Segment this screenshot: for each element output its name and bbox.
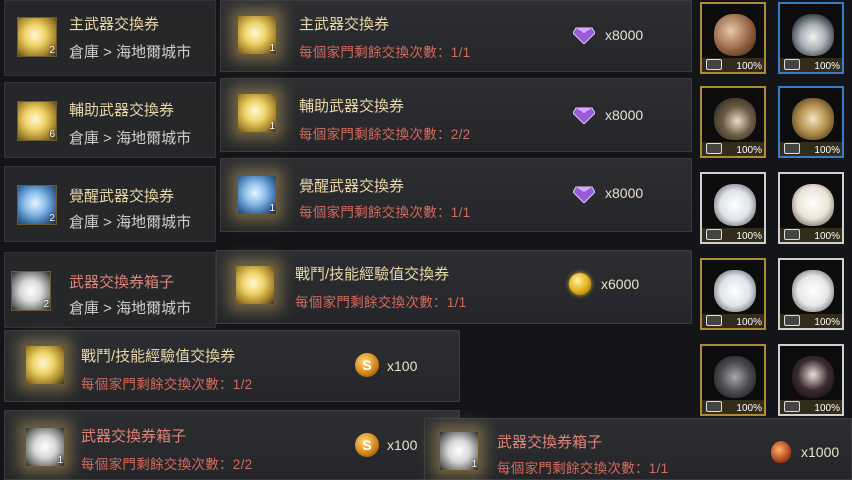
pet-percent: 100% bbox=[736, 61, 762, 72]
exchange-title: 武器交換券箱子 bbox=[81, 428, 187, 445]
tag-icon bbox=[784, 143, 800, 154]
weapon-ticket-icon: 1 bbox=[237, 15, 277, 55]
pet-slot[interactable]: 100% bbox=[700, 2, 766, 74]
tag-icon bbox=[784, 401, 800, 412]
pet-slot[interactable]: 100% bbox=[778, 86, 844, 158]
pet-percent: 100% bbox=[814, 231, 840, 242]
polar-bear-pet-icon bbox=[714, 184, 756, 226]
pet-percent: 100% bbox=[736, 403, 762, 414]
inventory-item[interactable]: 6 輔助武器交換券 倉庫 > 海地爾城市 bbox=[4, 82, 216, 158]
pet-slot[interactable]: 100% bbox=[778, 344, 844, 416]
pet-slot[interactable]: 100% bbox=[700, 258, 766, 330]
exchange-price: x8000 bbox=[605, 27, 644, 43]
tag-icon bbox=[706, 59, 722, 70]
penguin-pet-icon bbox=[792, 14, 834, 56]
exchange-limit: 每個家門剩餘交換次數：1/1 bbox=[299, 45, 471, 60]
purple-gem-icon bbox=[573, 27, 595, 44]
awakening-ticket-icon: 2 bbox=[17, 185, 57, 225]
exchange-price: x1000 bbox=[801, 444, 840, 460]
pet-slot[interactable]: 100% bbox=[700, 86, 766, 158]
dog-pet-icon bbox=[792, 356, 834, 398]
inventory-item[interactable]: 2 主武器交換券 倉庫 > 海地爾城市 bbox=[4, 0, 216, 76]
tag-icon bbox=[784, 59, 800, 70]
inventory-item-location: 倉庫 > 海地爾城市 bbox=[69, 44, 192, 61]
pet-percent: 100% bbox=[814, 145, 840, 156]
polar-bear-pet-icon bbox=[714, 270, 756, 312]
inventory-item[interactable]: 2 覺醒武器交換券 倉庫 > 海地爾城市 bbox=[4, 166, 216, 242]
exchange-title: 覺醒武器交換券 bbox=[299, 178, 405, 195]
inventory-item-title: 主武器交換券 bbox=[69, 16, 160, 33]
purple-gem-icon bbox=[573, 107, 595, 124]
s-coin-icon: S bbox=[355, 433, 379, 457]
exchange-limit: 每個家門剩餘交換次數：1/2 bbox=[81, 377, 253, 392]
tag-icon bbox=[706, 401, 722, 412]
exchange-price: x6000 bbox=[601, 276, 640, 292]
exchange-row[interactable]: 1 主武器交換券 每個家門剩餘交換次數：1/1 x8000 bbox=[220, 0, 692, 72]
inventory-item-location: 倉庫 > 海地爾城市 bbox=[69, 300, 192, 317]
exchange-limit: 每個家門剩餘交換次數：1/1 bbox=[299, 205, 471, 220]
chest-icon: 1 bbox=[439, 431, 479, 471]
inventory-item-title: 輔助武器交換券 bbox=[69, 102, 175, 119]
exchange-title: 戰鬥/技能經驗值交換券 bbox=[81, 348, 236, 365]
inventory-item-title: 覺醒武器交換券 bbox=[69, 188, 175, 205]
exchange-price: x100 bbox=[387, 358, 418, 374]
exp-ticket-icon bbox=[235, 265, 275, 305]
exchange-title: 主武器交換券 bbox=[299, 16, 390, 33]
exchange-limit: 每個家門剩餘交換次數：2/2 bbox=[81, 457, 253, 472]
weapon-ticket-icon: 2 bbox=[17, 17, 57, 57]
exchange-price: x8000 bbox=[605, 185, 644, 201]
pet-percent: 100% bbox=[736, 317, 762, 328]
exchange-price: x8000 bbox=[605, 107, 644, 123]
inventory-item-location: 倉庫 > 海地爾城市 bbox=[69, 214, 192, 231]
exchange-title: 武器交換券箱子 bbox=[497, 434, 603, 451]
inventory-item-title: 武器交換券箱子 bbox=[69, 274, 175, 291]
exchange-price: x100 bbox=[387, 437, 418, 453]
tag-icon bbox=[706, 143, 722, 154]
s-coin-icon: S bbox=[355, 353, 379, 377]
inventory-item[interactable]: 2 武器交換券箱子 倉庫 > 海地爾城市 bbox=[4, 252, 216, 328]
exchange-title: 輔助武器交換券 bbox=[299, 98, 405, 115]
pet-slot[interactable]: 100% bbox=[700, 172, 766, 244]
exp-ticket-icon bbox=[25, 345, 65, 385]
tag-icon bbox=[784, 229, 800, 240]
weapon-ticket-icon: 1 bbox=[237, 93, 277, 133]
weapon-ticket-icon: 6 bbox=[17, 101, 57, 141]
exchange-row[interactable]: 1 武器交換券箱子 每個家門剩餘交換次數：1/1 x1000 bbox=[424, 418, 852, 480]
pet-percent: 100% bbox=[736, 231, 762, 242]
tag-icon bbox=[784, 315, 800, 326]
pet-slot[interactable]: 100% bbox=[778, 172, 844, 244]
exchange-row[interactable]: 1 輔助武器交換券 每個家門剩餘交換次數：2/2 x8000 bbox=[220, 78, 692, 152]
chick-pet-icon bbox=[792, 98, 834, 140]
pet-percent: 100% bbox=[814, 403, 840, 414]
tag-icon bbox=[706, 315, 722, 326]
chest-icon: 2 bbox=[11, 271, 51, 311]
purple-gem-icon bbox=[573, 186, 595, 203]
gold-coin-icon bbox=[569, 273, 591, 295]
alpaca-pet-icon bbox=[792, 184, 834, 226]
pet-slot[interactable]: 100% bbox=[700, 344, 766, 416]
hedgehog-pet-icon bbox=[714, 98, 756, 140]
exchange-limit: 每個家門剩餘交換次數：1/1 bbox=[497, 461, 669, 476]
pet-percent: 100% bbox=[814, 61, 840, 72]
awakening-ticket-icon: 1 bbox=[237, 175, 277, 215]
exchange-row[interactable]: 1 武器交換券箱子 每個家門剩餘交換次數：2/2 S x100 bbox=[4, 410, 460, 480]
inventory-item-location: 倉庫 > 海地爾城市 bbox=[69, 130, 192, 147]
tag-icon bbox=[706, 229, 722, 240]
exchange-row[interactable]: 戰鬥/技能經驗值交換券 每個家門剩餘交換次數：1/2 S x100 bbox=[4, 330, 460, 402]
fox-pet-icon bbox=[714, 14, 756, 56]
exchange-limit: 每個家門剩餘交換次數：1/1 bbox=[295, 295, 467, 310]
pet-percent: 100% bbox=[736, 145, 762, 156]
exchange-limit: 每個家門剩餘交換次數：2/2 bbox=[299, 127, 471, 142]
exchange-row[interactable]: 戰鬥/技能經驗值交換券 每個家門剩餘交換次數：1/1 x6000 bbox=[216, 250, 692, 324]
pet-slot[interactable]: 100% bbox=[778, 2, 844, 74]
rabbit-pet-icon bbox=[792, 270, 834, 312]
pet-percent: 100% bbox=[814, 317, 840, 328]
raccoon-pet-icon bbox=[714, 356, 756, 398]
exchange-row[interactable]: 1 覺醒武器交換券 每個家門剩餘交換次數：1/1 x8000 bbox=[220, 158, 692, 232]
pet-slot[interactable]: 100% bbox=[778, 258, 844, 330]
potion-icon bbox=[771, 441, 791, 463]
exchange-title: 戰鬥/技能經驗值交換券 bbox=[295, 266, 450, 283]
chest-icon: 1 bbox=[25, 427, 65, 467]
